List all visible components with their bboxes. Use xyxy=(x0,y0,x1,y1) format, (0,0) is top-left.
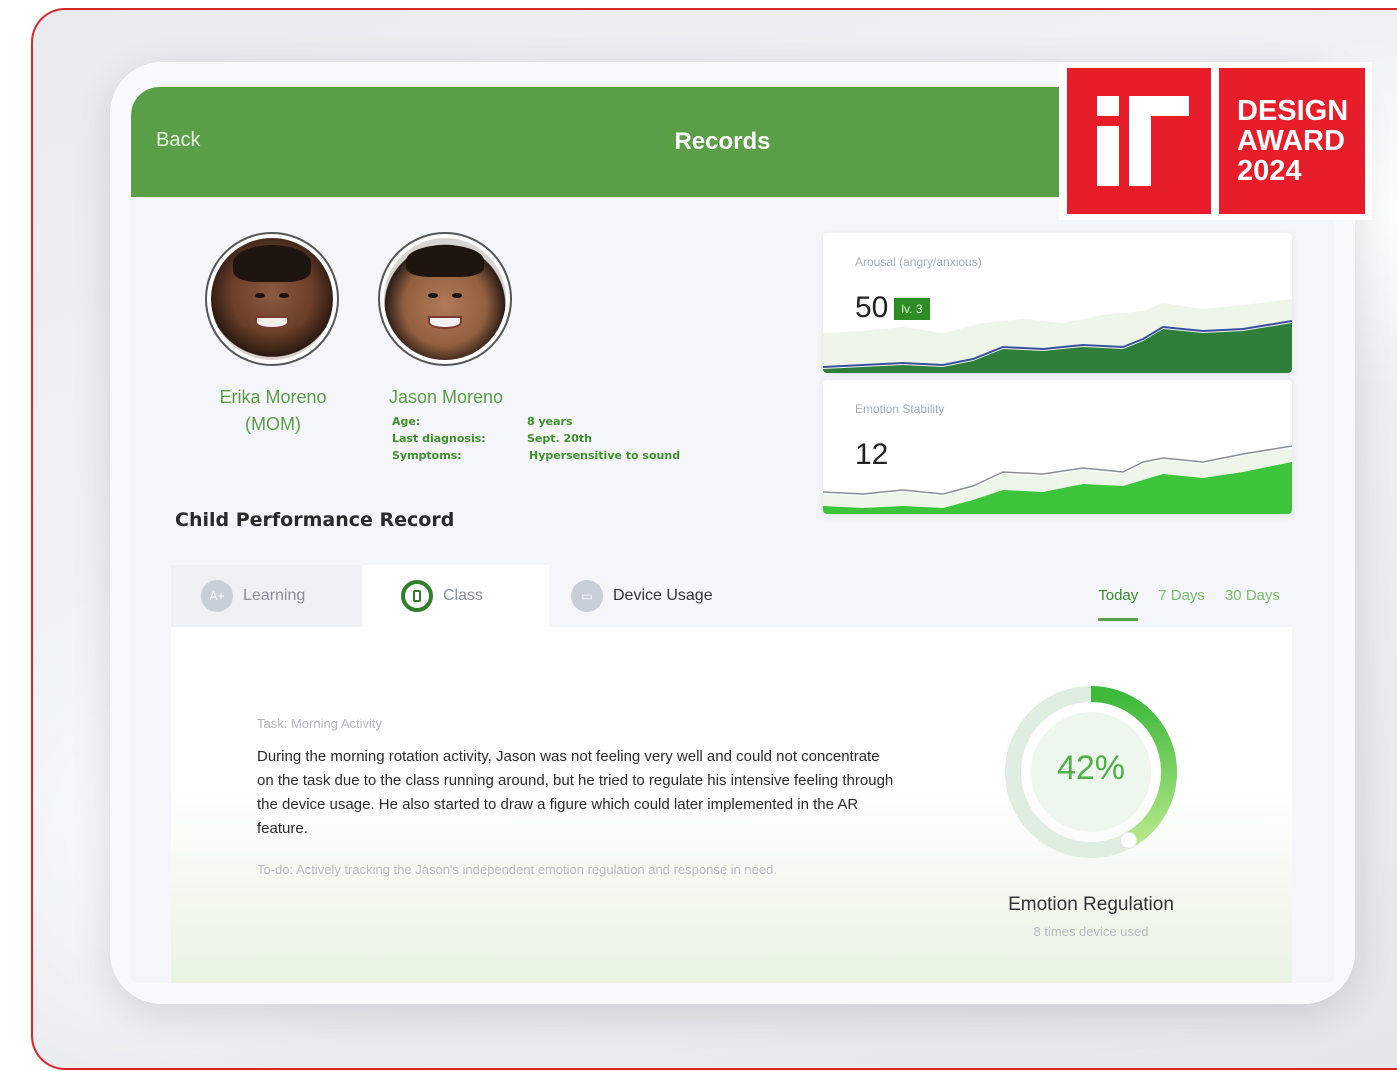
detail-symptoms-value: Hypersensitive to sound xyxy=(529,449,681,462)
detail-age-label: Age: xyxy=(392,415,421,428)
if-design-award-badge: DESIGN AWARD 2024 xyxy=(1059,62,1372,220)
tab-bar: A+ Learning Class ▭ Device Usage Today 7… xyxy=(171,565,1292,627)
todo-note: To-do: Actively tracking the Jason's ind… xyxy=(257,862,777,877)
tab-device-usage[interactable]: ▭ Device Usage xyxy=(551,565,751,627)
section-title: Child Performance Record xyxy=(175,509,455,531)
tab-learning-label: Learning xyxy=(243,587,306,604)
stability-card[interactable]: Emotion Stability 12 xyxy=(823,380,1292,514)
tab-class-label: Class xyxy=(443,587,484,604)
task-description: During the morning rotation activity, Ja… xyxy=(257,748,894,837)
award-line-1: DESIGN xyxy=(1237,95,1349,127)
arousal-sparkline xyxy=(823,299,1292,373)
detail-diagnosis-value: Sept. 20th xyxy=(527,432,592,445)
parent-role: (MOM) xyxy=(245,414,301,434)
period-selector: Today 7 Days 30 Days xyxy=(1098,587,1280,621)
task-label: Task: Morning Activity xyxy=(257,716,382,731)
detail-age-value: 8 years xyxy=(527,415,573,428)
detail-diagnosis-label: Last diagnosis: xyxy=(392,432,486,445)
child-photo xyxy=(384,238,506,360)
award-line-2: AWARD xyxy=(1237,125,1345,157)
award-text-block: DESIGN AWARD 2024 xyxy=(1219,68,1365,214)
arousal-label: Arousal (angry/anxious) xyxy=(855,255,982,269)
arousal-card[interactable]: Arousal (angry/anxious) 50 lv. 3 xyxy=(823,233,1292,373)
emotion-regulation-gauge: 42% xyxy=(996,677,1186,867)
detail-symptoms-label: Symptoms: xyxy=(392,449,462,462)
parent-name-text: Erika Moreno xyxy=(219,387,327,407)
gauge-subtitle: 8 times device used xyxy=(1033,924,1149,939)
tab-class[interactable]: Class xyxy=(363,565,549,627)
parent-photo xyxy=(211,238,333,360)
tab-device-label: Device Usage xyxy=(613,587,713,604)
app-screen: Back Records Erika Moreno (MOM) Jason Mo… xyxy=(131,87,1334,983)
period-30-days[interactable]: 30 Days xyxy=(1225,587,1280,621)
award-line-3: 2024 xyxy=(1237,155,1302,187)
if-logo-mark xyxy=(1097,96,1189,186)
gauge-title: Emotion Regulation xyxy=(1008,894,1174,915)
class-icon xyxy=(401,580,433,612)
stability-label: Emotion Stability xyxy=(855,402,945,416)
child-avatar[interactable] xyxy=(378,232,512,366)
learning-icon: A+ xyxy=(201,580,233,612)
stability-sparkline xyxy=(823,445,1292,514)
device-icon: ▭ xyxy=(571,580,603,612)
parent-name: Erika Moreno (MOM) xyxy=(195,387,351,435)
period-today[interactable]: Today xyxy=(1098,587,1139,621)
period-7-days[interactable]: 7 Days xyxy=(1158,587,1205,621)
gauge-value: 42% xyxy=(1056,749,1126,787)
tab-learning[interactable]: A+ Learning xyxy=(171,565,361,627)
class-panel: Task: Morning Activity During the mornin… xyxy=(171,627,1292,983)
parent-avatar[interactable] xyxy=(205,232,339,366)
child-name: Jason Moreno xyxy=(389,387,504,407)
if-logo xyxy=(1067,68,1211,214)
